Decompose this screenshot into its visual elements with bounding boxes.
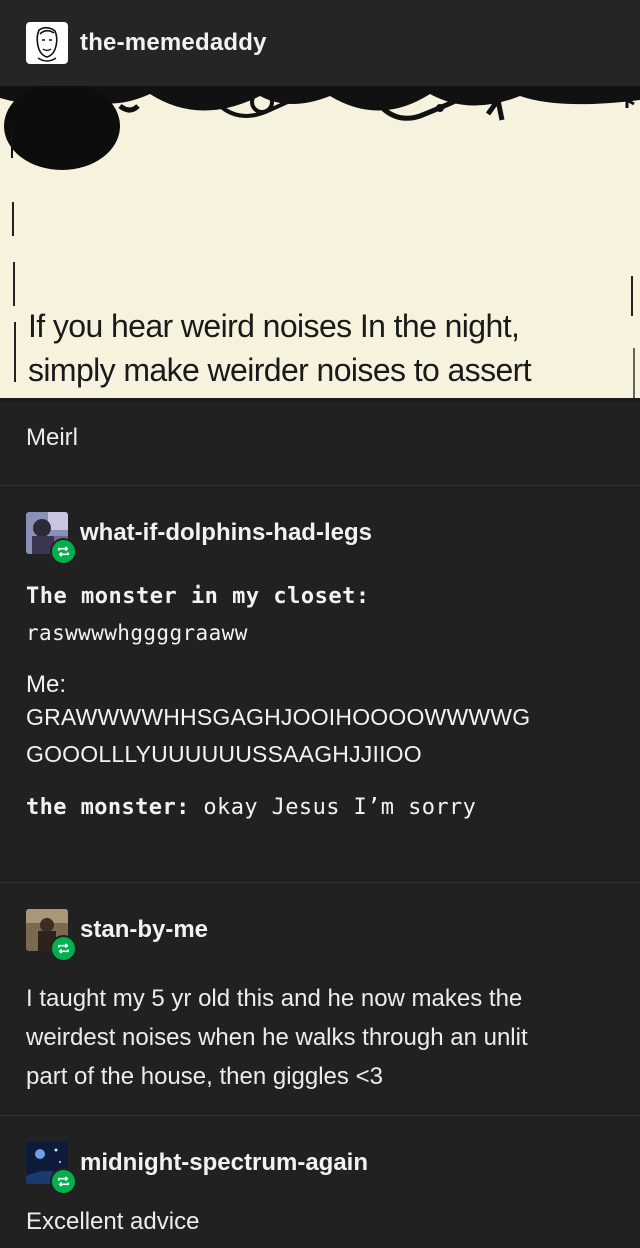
meme-text-line: dominance. (28, 392, 628, 402)
reblog-comment-line: weirdest noises when he walks through an… (26, 1024, 528, 1051)
reblogger-username[interactable]: what-if-dolphins-had-legs (80, 519, 372, 547)
meme-caption-text: If you hear weird noises In the night, s… (28, 304, 628, 402)
reblog-icon (50, 538, 77, 565)
post-header: the-memedaddy (0, 0, 640, 86)
author-username[interactable]: the-memedaddy (80, 29, 267, 57)
reblog-comment: Excellent advice (26, 1208, 200, 1235)
shout-line: GOOOLLLYUUUUUUSSAAGHJJIIOO (26, 741, 422, 767)
dialog-label: the monster: (26, 795, 190, 820)
reblog-icon (50, 1168, 77, 1195)
post-caption: Meirl (0, 402, 640, 486)
reblog-comment: I taught my 5 yr old this and he now mak… (26, 979, 640, 1096)
shout-line: GRAWWWWHHSGAGHJOOIHOOOOWWWWG (26, 704, 531, 730)
reblog-comment-line: part of the house, then giggles <3 (26, 1063, 383, 1090)
reblog-header: stan-by-me (0, 883, 640, 962)
dialog-line: the monster: okay Jesus I’m sorry (26, 795, 640, 820)
dialog-text: raswwwwhggggraaww (26, 621, 248, 645)
reblog-comment-line: I taught my 5 yr old this and he now mak… (26, 985, 523, 1012)
meme-text-line: simply make weirder noises to assert (28, 352, 532, 388)
reblogger-username[interactable]: midnight-spectrum-again (80, 1149, 368, 1177)
reblog-entry: midnight-spectrum-again Excellent advice (0, 1116, 640, 1248)
reblog-header: what-if-dolphins-had-legs (0, 486, 640, 565)
reblog-icon (50, 935, 77, 962)
reblogger-avatar[interactable] (26, 512, 77, 565)
author-avatar[interactable] (26, 22, 68, 64)
meme-image: If you hear weird noises In the night, s… (0, 86, 640, 402)
dialog-label: The monster in my closet: (26, 584, 370, 609)
reblog-header: midnight-spectrum-again (0, 1116, 640, 1195)
reblogger-avatar[interactable] (26, 1142, 77, 1195)
reblog-entry: stan-by-me I taught my 5 yr old this and… (0, 883, 640, 1116)
reblogger-username[interactable]: stan-by-me (80, 916, 208, 944)
reblogger-avatar[interactable] (26, 909, 77, 962)
dialog-label: Me: (26, 671, 67, 698)
meme-text-line: If you hear weird noises In the night, (28, 308, 520, 344)
dialog-text: okay Jesus I’m sorry (203, 795, 477, 820)
reblog-entry: what-if-dolphins-had-legs The monster in… (0, 486, 640, 883)
